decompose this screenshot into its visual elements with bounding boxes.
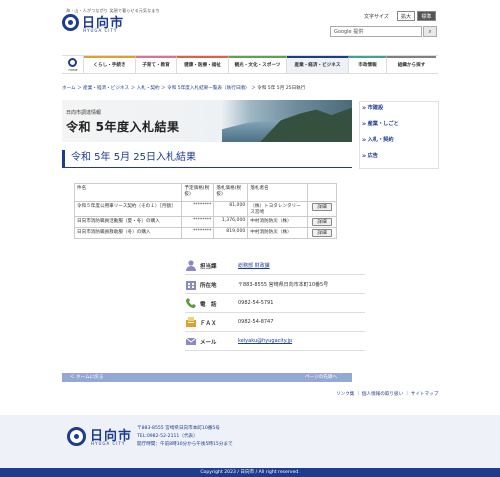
sidebar-item-bidding[interactable]: 入札・契約 [362,136,438,143]
col-header-winning: 落札価格(税抜) [213,183,249,202]
cell-name: 日向市消防職員活動服（夏・冬）の購入 [73,216,183,228]
detail-button[interactable]: 詳細 [312,218,332,226]
cell-winner: （株）トヨタレンタリース宮崎 [247,201,309,217]
breadcrumb-results-list[interactable]: 令和 5年度入札結果一覧表（執行日順） [167,86,249,91]
cell-planned: ******** [181,216,215,228]
font-large-button[interactable]: 拡大 [397,11,415,21]
footer-logo-sub: HYUGA CITY [91,441,126,446]
global-nav: HOME くらし・手続き 子育て・教育 健康・医療・福祉 観光・文化・スポーツ … [62,55,438,74]
footer-tel: TEL:0982-52-2111（代表） [137,434,198,439]
cell-winner: 中村消防防災（株） [247,216,309,228]
font-standard-button[interactable]: 標準 [417,11,436,21]
contact-dept-label: 担当課 [200,264,217,270]
breadcrumb-bidding[interactable]: 入札・契約 [137,86,160,91]
nav-item-health[interactable]: 健康・医療・福祉 [177,56,229,73]
cell-winning: 819,000 [213,227,249,239]
home-icon [68,58,77,67]
breadcrumb-home[interactable]: ホーム [62,86,76,91]
nav-item-government[interactable]: 市政情報 [349,56,387,73]
search-button[interactable]: ⌕ [423,26,437,37]
contact-fax-value: 0982-54-8747 [238,319,274,325]
table-row: 令和５年度公用車リース契約（その１）［月額］ ******** 81,000 （… [73,201,337,217]
table-header-row: 件名 予定価格(税抜) 落札価格(税抜) 落札者名 [73,183,337,202]
search-brand: Google 提供 [334,29,364,35]
back-home-link[interactable]: ＜ ホームに戻る [70,374,103,380]
cell-name: 日向市消防職員救助服（冬）の購入 [73,227,183,239]
nav-item-tourism[interactable]: 観光・文化・スポーツ [229,56,287,73]
footer-address: 〒883-8555 宮崎県日向市本町10番5号 [137,426,220,431]
nav-item-childcare[interactable]: 子育て・教育 [136,56,177,73]
city-logo-icon[interactable] [62,14,79,31]
breadcrumb: ホーム ＞ 産業・経済・ビジネス ＞ 入札・契約 ＞ 令和 5年度入札結果一覧表… [62,86,306,91]
nav-item-industry[interactable]: 産業・経済・ビジネス [287,56,349,73]
col-header-name: 件名 [73,183,183,202]
contact-fax-label: ＦＡＸ [200,321,217,327]
search-icon: ⌕ [428,28,432,35]
footer-links[interactable]: リンク集 ｜ 個人情報の取り扱い ｜ サイトマップ [336,391,438,397]
site-logo-sub: HYUGA CITY [83,28,118,33]
fax-icon [186,317,196,327]
breadcrumb-current: 令和 5年 5月 25日執行 [257,86,306,91]
detail-button[interactable]: 詳細 [312,229,332,237]
person-icon [186,260,196,271]
contact-mail-label: メール [200,340,217,346]
nav-item-living[interactable]: くらし・手続き [84,56,136,73]
contact-phone-label: 電 話 [200,302,217,308]
cell-planned: ******** [181,201,215,217]
detail-button[interactable]: 詳細 [312,203,332,211]
sidebar-item-ads[interactable]: 広告 [362,152,438,159]
phone-icon [186,298,196,308]
copyright: Copyright 2023 / 日向市 / All right reserve… [0,468,500,477]
footer-hours: 開庁時間：午前8時30分から午後5時15分まで [137,442,233,447]
sidebar-item-construction[interactable]: 市建設 [362,104,438,111]
banner-title: 令和 5年度入札結果 [66,120,180,134]
col-header-winner: 落札者名 [247,183,309,202]
building-icon [186,281,196,290]
cell-planned: ******** [181,227,215,239]
col-header-planned: 予定価格(税抜) [181,183,215,202]
table-row: 日向市消防職員救助服（冬）の購入 ******** 819,000 中村消防防災… [73,227,337,239]
page-title: 令和 5年 5月 25日入札結果 [62,150,352,168]
footer-logo-icon [67,427,86,446]
mail-icon [185,337,197,345]
contact-address-label: 所在地 [200,283,217,289]
contact-phone-value: 0982-54-5791 [238,300,274,306]
breadcrumb-industry[interactable]: 産業・経済・ビジネス [83,86,129,91]
table-row: 日向市消防職員活動服（夏・冬）の購入 ******** 1,376,000 中村… [73,216,337,228]
font-size-label: 文字サイズ [364,14,389,20]
cell-winning: 81,000 [213,201,249,217]
cell-name: 令和５年度公用車リース契約（その１）［月額］ [73,201,183,217]
cell-winner: 中村消防防災（株） [247,227,309,239]
banner-subtitle: 日向市調達情報 [66,110,102,116]
nav-item-organization[interactable]: 組織から探す [387,56,436,73]
nav-home[interactable]: HOME [62,56,84,73]
contact-dept-link[interactable]: 総務部 財政課 [238,262,270,269]
sidebar-item-industry[interactable]: 産業・しごと [362,120,438,127]
contact-address-value: 〒883-8555 宮崎県日向市本町10番5号 [238,282,329,288]
contact-mail-link[interactable]: keiyaku@hyugacity.jp [238,338,292,344]
col-header-action [307,183,337,202]
nav-home-label: HOME [68,68,78,72]
bid-results-table: 件名 予定価格(税抜) 落札価格(税抜) 落札者名 令和５年度公用車リース契約（… [73,183,337,239]
cell-winning: 1,376,000 [213,216,249,228]
page-top-link[interactable]: ページの先頭へ ＾ [305,374,343,380]
